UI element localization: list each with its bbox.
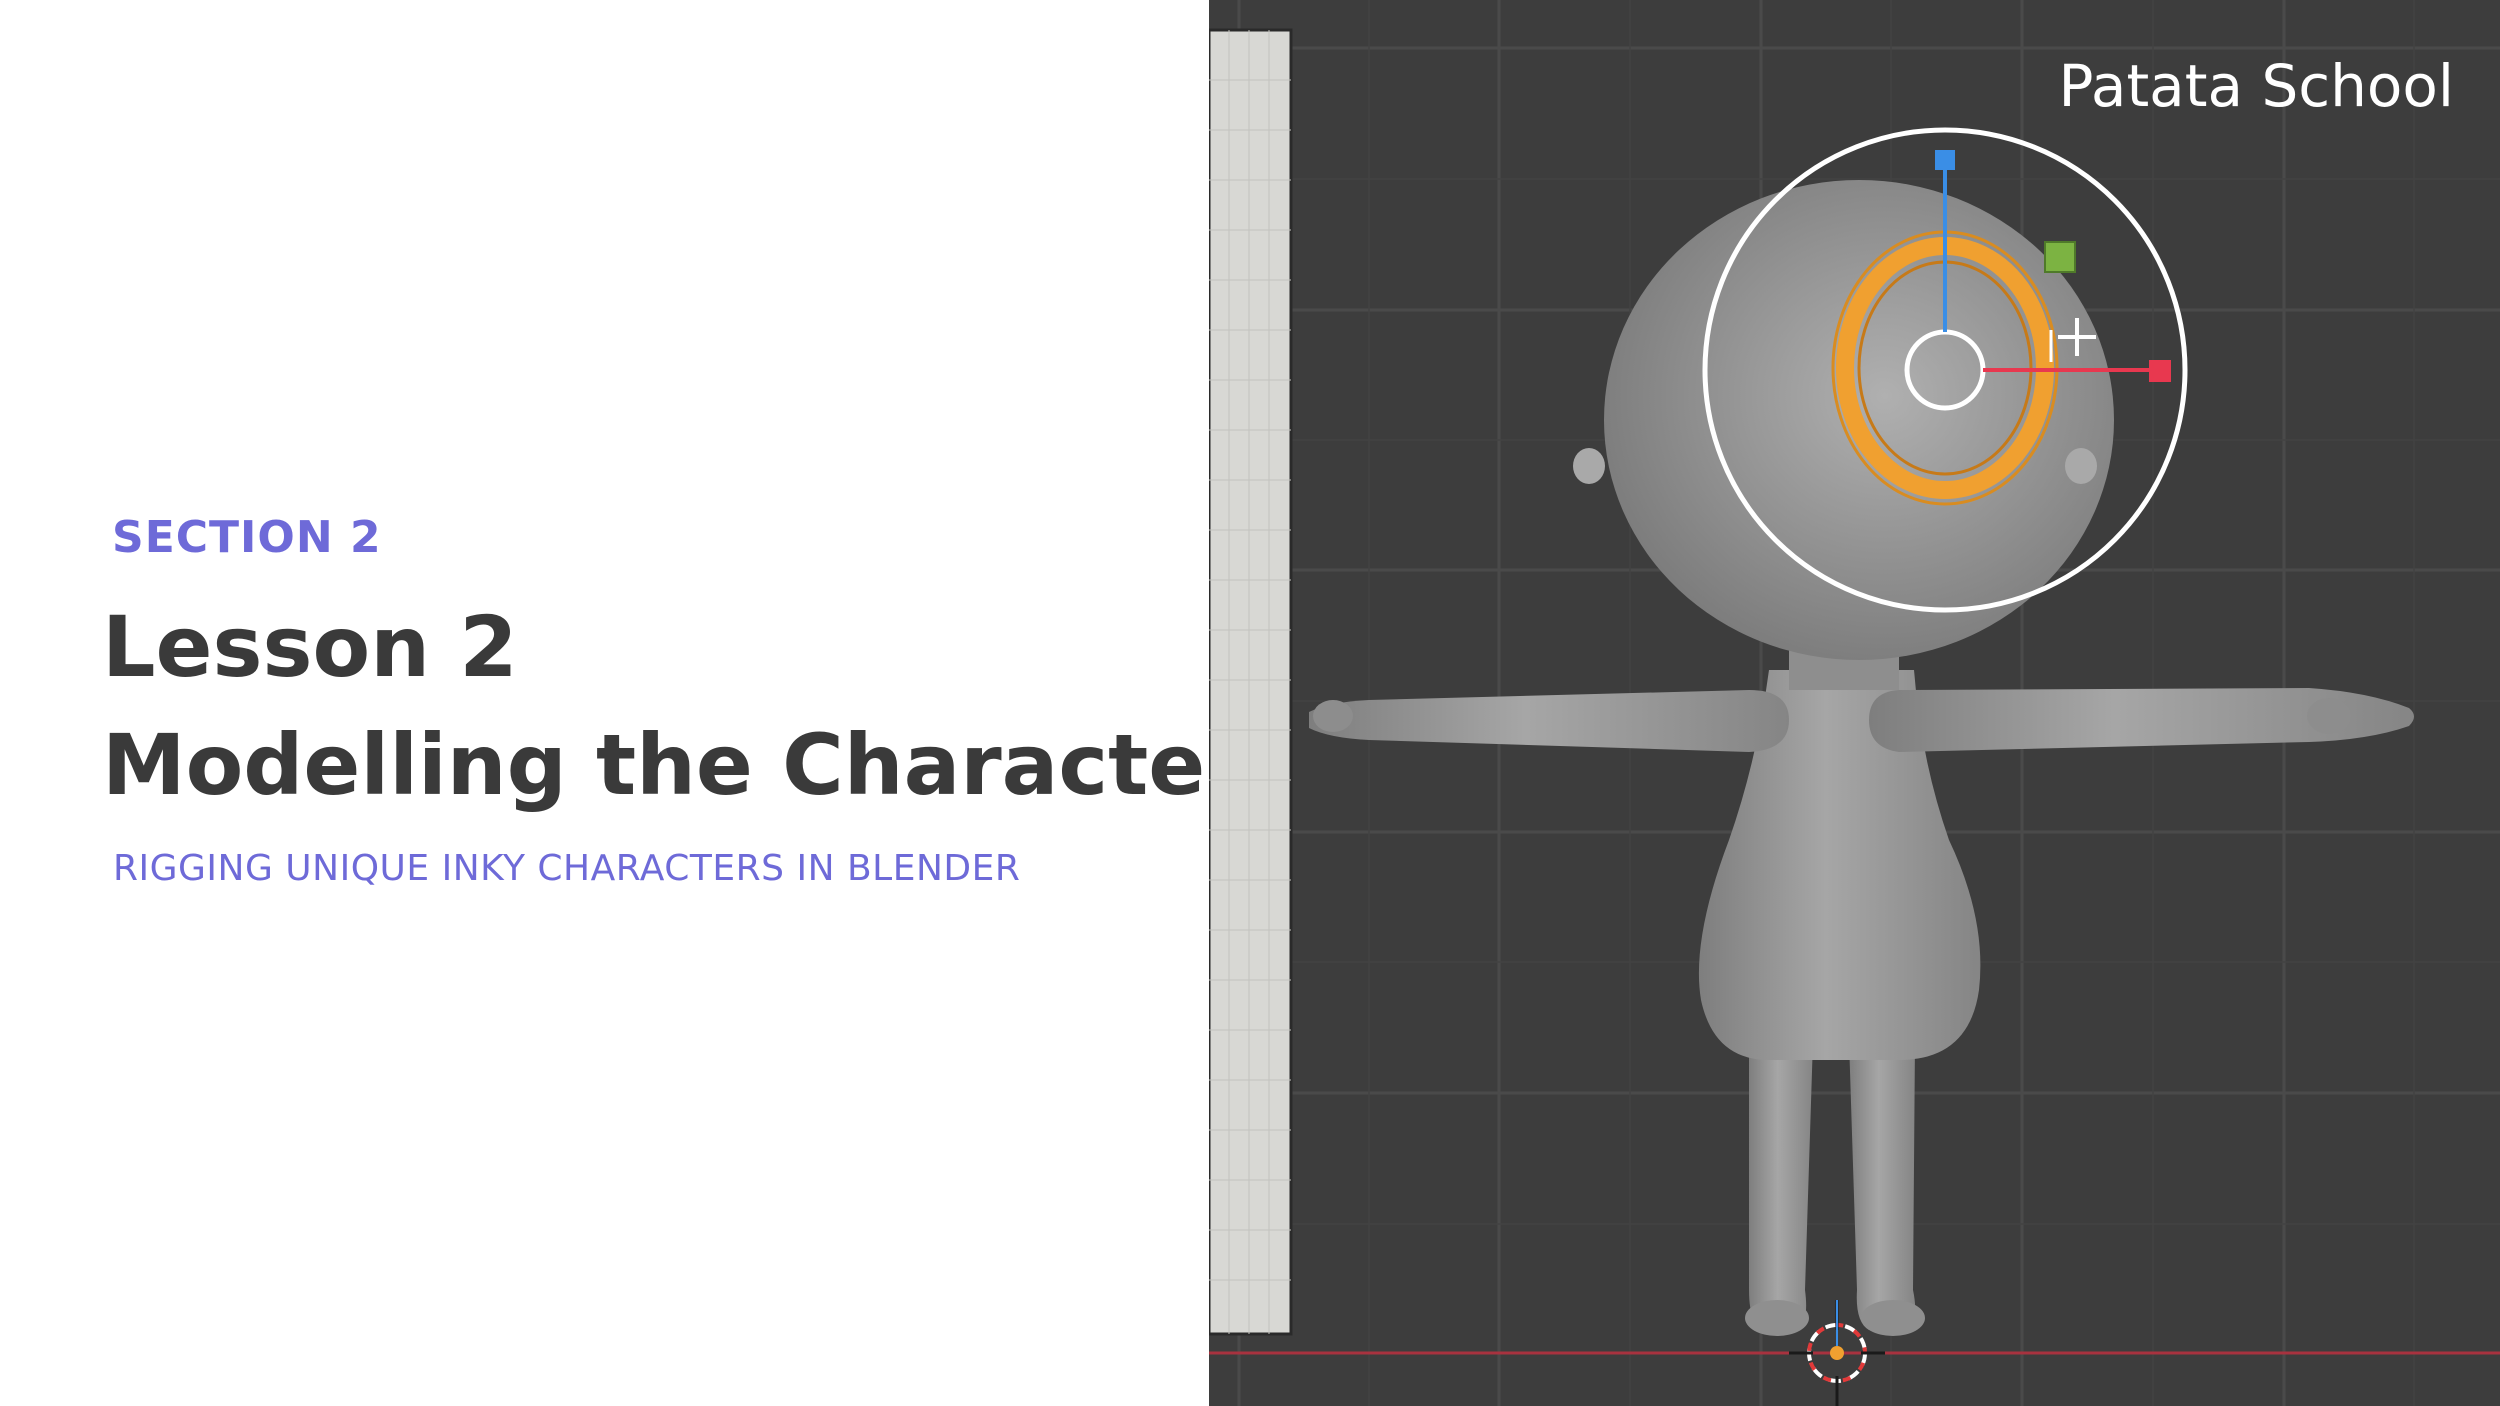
blender-viewport[interactable]: Patata School [1209,0,2500,1406]
section-label: SECTION 2 [112,512,382,563]
course-name: RIGGING UNIQUE INKY CHARACTERS IN BLENDE… [113,848,1021,889]
brand-watermark: Patata School [2058,52,2454,120]
lesson-title: Lesson 2 Modelling the Character [102,588,1247,824]
slide-text-panel: SECTION 2 Lesson 2 Modelling the Charact… [0,0,1247,1406]
lesson-name: Modelling the Character [102,716,1247,814]
gizmo-z-handle[interactable] [1935,150,1955,170]
gizmo-x-handle[interactable] [2149,360,2171,382]
gizmo-plane-handle[interactable] [2044,241,2076,273]
lesson-number: Lesson 2 [102,598,518,696]
reference-image-plane [1209,28,1293,1336]
viewport-canvas[interactable] [1209,0,2500,1406]
character-mesh[interactable] [1309,180,2414,1336]
